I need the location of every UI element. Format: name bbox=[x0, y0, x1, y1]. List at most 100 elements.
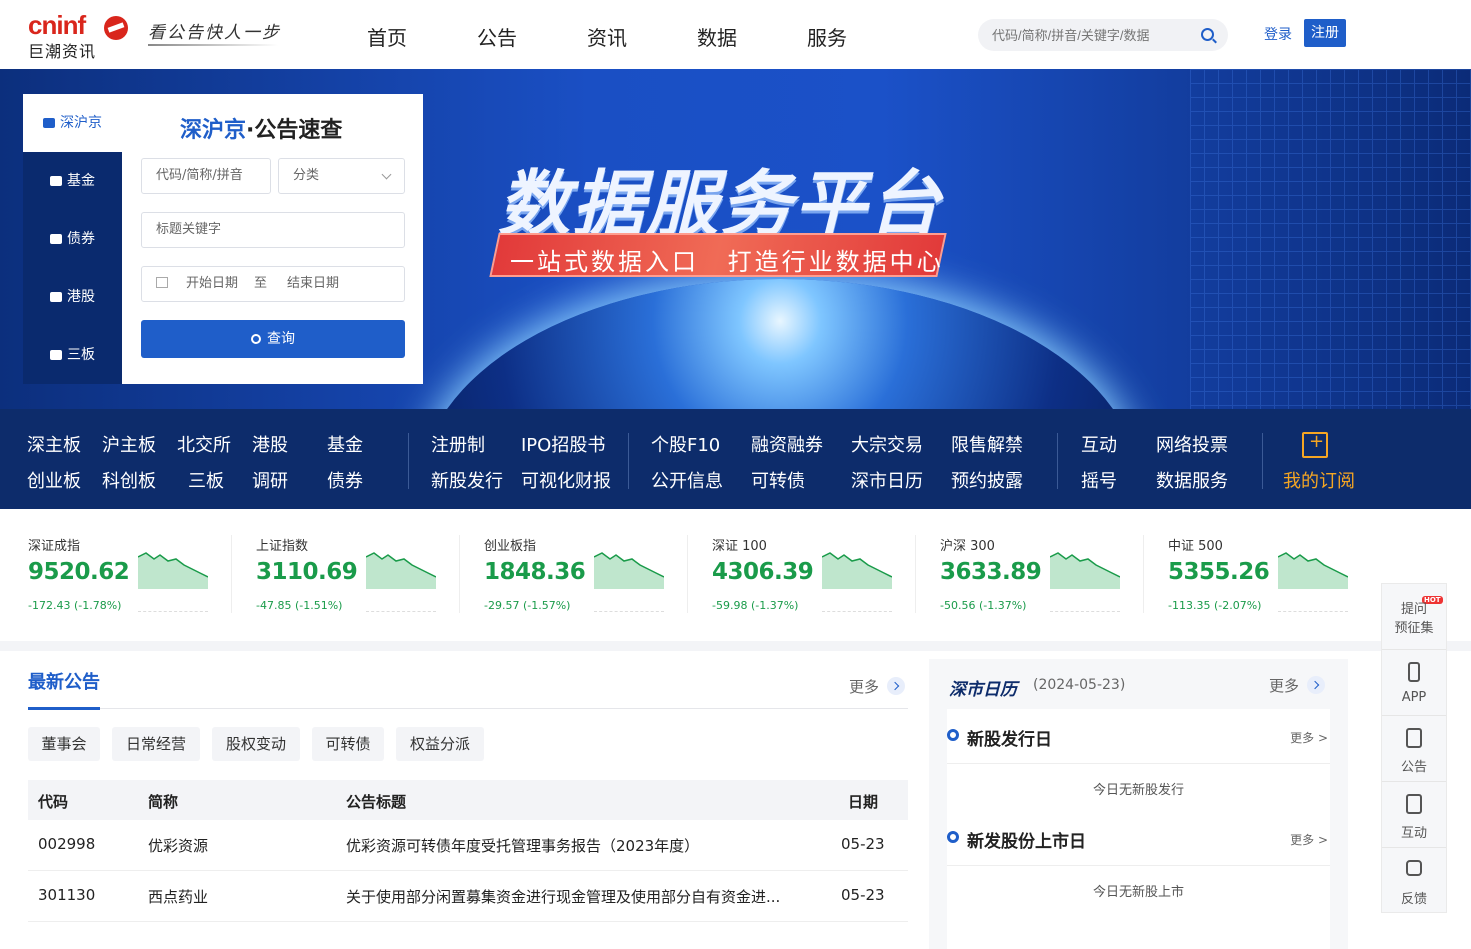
index-value: 3110.69 bbox=[256, 559, 358, 585]
qn-margin[interactable]: 融资融券 bbox=[751, 431, 823, 457]
qn-third[interactable]: 三板 bbox=[188, 467, 224, 493]
qn-star[interactable]: 科创板 bbox=[102, 467, 156, 493]
nav-news[interactable]: 资讯 bbox=[587, 22, 627, 51]
table-row[interactable]: 301130 西点药业 关于使用部分闲置募集资金进行现金管理及使用部分自有资金进… bbox=[28, 871, 908, 922]
qn-sz-calendar[interactable]: 深市日历 bbox=[851, 467, 923, 493]
search-input[interactable] bbox=[992, 25, 1192, 45]
subscribe-icon[interactable] bbox=[1302, 431, 1328, 458]
my-subscription[interactable]: 我的订阅 bbox=[1283, 467, 1355, 493]
chip-dividend[interactable]: 权益分派 bbox=[396, 727, 484, 761]
index-card[interactable]: 上证指数 3110.69 -47.85 (-1.51%) bbox=[256, 535, 436, 615]
qn-public-info[interactable]: 公开信息 bbox=[651, 467, 723, 493]
sparkline-baseline bbox=[366, 611, 436, 612]
qn-ipo[interactable]: IPO招股书 bbox=[521, 431, 605, 457]
start-date[interactable]: 开始日期 bbox=[186, 276, 238, 291]
qn-bond[interactable]: 债券 bbox=[327, 467, 363, 493]
hero-subtitle: 一站式数据入口 打造行业数据中心 bbox=[510, 248, 944, 276]
sidebar-question[interactable]: HOT 提问 预征集 bbox=[1382, 584, 1446, 650]
index-card[interactable]: 创业板指 1848.36 -29.57 (-1.57%) bbox=[484, 535, 664, 615]
bond-icon bbox=[50, 234, 62, 244]
qn-research[interactable]: 调研 bbox=[252, 467, 288, 493]
qn-vote[interactable]: 网络投票 bbox=[1156, 431, 1228, 457]
qn-visual-report[interactable]: 可视化财报 bbox=[521, 467, 611, 493]
divider bbox=[687, 535, 688, 613]
row-title[interactable]: 关于使用部分闲置募集资金进行现金管理及使用部分自有资金进... bbox=[346, 886, 780, 907]
date-range-input[interactable]: 开始日期 至 结束日期 bbox=[141, 266, 405, 302]
index-value: 3633.89 bbox=[940, 559, 1042, 585]
category-select[interactable]: 分类 bbox=[278, 158, 405, 194]
event-note: 今日无新股上市 bbox=[1092, 885, 1184, 900]
index-change: -172.43 (-1.78%) bbox=[28, 599, 122, 612]
index-sparkline bbox=[1050, 552, 1120, 589]
sparkline-baseline bbox=[1050, 611, 1120, 612]
qn-bse[interactable]: 北交所 bbox=[177, 431, 231, 457]
qn-chinext[interactable]: 创业板 bbox=[27, 467, 81, 493]
qn-disclosure[interactable]: 预约披露 bbox=[951, 467, 1023, 493]
qn-unlock[interactable]: 限售解禁 bbox=[951, 431, 1023, 457]
fund-icon bbox=[50, 176, 62, 186]
announcements-underline bbox=[28, 707, 100, 710]
qn-data-service[interactable]: 数据服务 bbox=[1156, 467, 1228, 493]
calendar-more[interactable]: 更多 bbox=[1269, 675, 1326, 696]
sidebar-interact[interactable]: 互动 bbox=[1382, 782, 1446, 848]
cninfo-logo[interactable]: cninf 巨潮资讯 bbox=[28, 10, 132, 61]
qn-interact[interactable]: 互动 bbox=[1081, 431, 1117, 457]
qn-convertible[interactable]: 可转债 bbox=[751, 467, 805, 493]
tab-hk[interactable]: 港股 bbox=[23, 268, 122, 326]
nav-home[interactable]: 首页 bbox=[367, 22, 407, 51]
index-card[interactable]: 深证 100 4306.39 -59.98 (-1.37%) bbox=[712, 535, 892, 615]
nav-data[interactable]: 数据 bbox=[697, 22, 737, 51]
keyword-input[interactable]: 标题关键字 bbox=[141, 212, 405, 248]
tab-fund[interactable]: 基金 bbox=[23, 152, 122, 210]
qn-registration[interactable]: 注册制 bbox=[431, 431, 485, 457]
nav-announcements[interactable]: 公告 bbox=[477, 22, 517, 51]
qn-hk[interactable]: 港股 bbox=[252, 431, 288, 457]
index-card[interactable]: 深证成指 9520.62 -172.43 (-1.78%) bbox=[28, 535, 208, 615]
hero-grid-decoration bbox=[1190, 69, 1471, 409]
top-header: cninf 巨潮资讯 看公告快人一步 首页 公告 资讯 数据 服务 登录 注册 bbox=[0, 0, 1471, 69]
qn-new-issue[interactable]: 新股发行 bbox=[431, 467, 503, 493]
qn-f10[interactable]: 个股F10 bbox=[651, 431, 720, 457]
login-link[interactable]: 登录 bbox=[1264, 24, 1292, 44]
chart-icon bbox=[43, 118, 55, 128]
qn-lottery[interactable]: 摇号 bbox=[1081, 467, 1117, 493]
row-name[interactable]: 优彩资源 bbox=[148, 835, 208, 856]
floating-sidebar: HOT 提问 预征集 APP 公告 互动 反馈 bbox=[1381, 583, 1447, 913]
table-row[interactable]: 002998 优彩资源 优彩资源可转债年度受托管理事务报告（2023年度） 05… bbox=[28, 820, 908, 871]
announcements-more[interactable]: 更多 bbox=[849, 676, 906, 697]
register-button[interactable]: 注册 bbox=[1304, 19, 1346, 47]
sidebar-app[interactable]: APP bbox=[1382, 650, 1446, 716]
tab-sz-sh-bj[interactable]: 深沪京 bbox=[23, 94, 122, 152]
qn-block-trade[interactable]: 大宗交易 bbox=[851, 431, 923, 457]
sidebar-feedback[interactable]: 反馈 bbox=[1382, 848, 1446, 914]
code-input-placeholder: 代码/简称/拼音 bbox=[156, 168, 243, 183]
end-date[interactable]: 结束日期 bbox=[287, 276, 339, 291]
event-more[interactable]: 更多 > bbox=[1290, 831, 1328, 848]
index-change: -50.56 (-1.37%) bbox=[940, 599, 1027, 612]
chevron-right-icon bbox=[1307, 676, 1326, 694]
qn-sz-main[interactable]: 深主板 bbox=[27, 431, 81, 457]
chip-convertible[interactable]: 可转债 bbox=[312, 727, 384, 761]
tab-third-board[interactable]: 三板 bbox=[23, 326, 122, 384]
index-card[interactable]: 沪深 300 3633.89 -50.56 (-1.37%) bbox=[940, 535, 1120, 615]
chip-board[interactable]: 董事会 bbox=[28, 727, 100, 761]
nav-services[interactable]: 服务 bbox=[807, 22, 847, 51]
sidebar-announcement[interactable]: 公告 bbox=[1382, 716, 1446, 782]
code-input[interactable]: 代码/简称/拼音 bbox=[141, 158, 271, 194]
query-button[interactable]: 查询 bbox=[141, 320, 405, 358]
chip-equity-change[interactable]: 股权变动 bbox=[212, 727, 300, 761]
more-label: 更多 bbox=[849, 678, 880, 696]
row-title[interactable]: 优彩资源可转债年度受托管理事务报告（2023年度） bbox=[346, 835, 699, 856]
query-tabs: 深沪京 基金 债券 港股 三板 bbox=[23, 94, 122, 384]
search-icon[interactable] bbox=[1201, 28, 1214, 41]
home-icon bbox=[50, 350, 62, 360]
qn-fund[interactable]: 基金 bbox=[327, 431, 363, 457]
index-card[interactable]: 中证 500 5355.26 -113.35 (-2.07%) bbox=[1168, 535, 1348, 615]
chip-operations[interactable]: 日常经营 bbox=[112, 727, 200, 761]
row-name[interactable]: 西点药业 bbox=[148, 886, 208, 907]
tab-bond[interactable]: 债券 bbox=[23, 210, 122, 268]
slogan-underline bbox=[148, 44, 278, 46]
qn-sh-main[interactable]: 沪主板 bbox=[102, 431, 156, 457]
announcements-title[interactable]: 最新公告 bbox=[28, 668, 100, 694]
event-more[interactable]: 更多 > bbox=[1290, 729, 1328, 746]
